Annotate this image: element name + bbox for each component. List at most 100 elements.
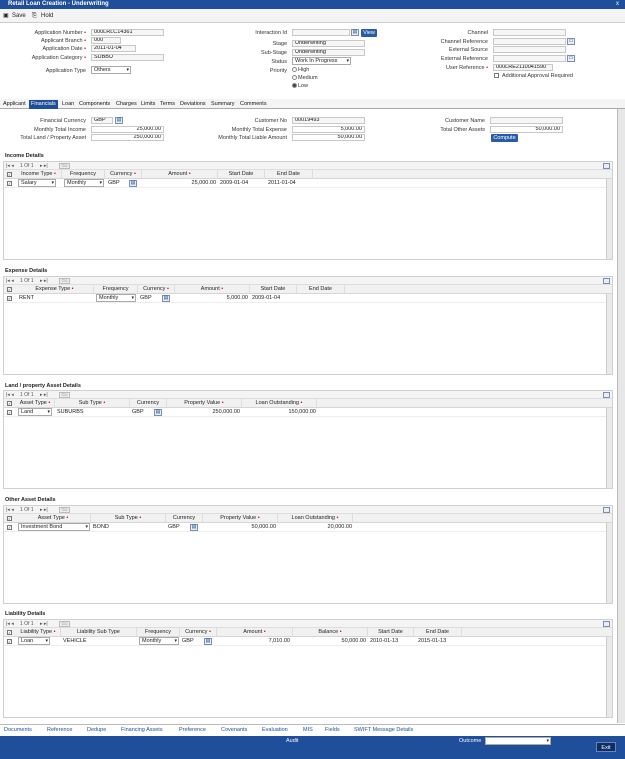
exit-button[interactable]: Exit: [596, 742, 616, 752]
grid-scrollbar[interactable]: [606, 294, 612, 374]
end-date-cell[interactable]: 2015-01-13: [418, 638, 446, 645]
application-type-select[interactable]: Others: [91, 66, 131, 74]
tab-terms[interactable]: Terms: [158, 100, 177, 109]
interaction-id-field[interactable]: [292, 29, 350, 36]
applicant-branch-field[interactable]: 000: [91, 37, 121, 44]
grid-scrollbar[interactable]: [606, 179, 612, 259]
select-all-checkbox[interactable]: ✓: [7, 287, 12, 292]
priority-low-radio[interactable]: Low: [292, 83, 308, 89]
tab-loan[interactable]: Loan: [60, 100, 76, 109]
pager-go-button[interactable]: Go: [59, 621, 70, 627]
pager-nav-icon[interactable]: ▸ ▸|: [40, 391, 48, 399]
stage-field[interactable]: Underwriting: [292, 40, 365, 47]
footer-link-swift[interactable]: SWIFT Message Details: [354, 727, 413, 733]
row-checkbox[interactable]: ✓: [7, 410, 12, 415]
pager-go-button[interactable]: Go: [59, 278, 70, 284]
tab-applicant[interactable]: Applicant: [1, 100, 28, 109]
lookup-icon[interactable]: ▤: [154, 409, 162, 416]
financial-currency-field[interactable]: GBP: [91, 117, 113, 124]
sub-stage-field[interactable]: Underwriting: [292, 49, 365, 56]
save-button[interactable]: Save: [12, 9, 26, 23]
lookup-icon[interactable]: ▤: [190, 524, 198, 531]
table-row[interactable]: ✓ Investment Bond BOND GBP ▤ 50,000.00 2…: [4, 523, 612, 532]
pager-nav-icon[interactable]: |◂ ◂: [6, 391, 14, 399]
select-all-checkbox[interactable]: ✓: [7, 172, 12, 177]
outcome-select[interactable]: [485, 737, 551, 745]
currency-cell[interactable]: GBP: [182, 638, 194, 645]
start-date-cell[interactable]: 2009-01-04: [252, 295, 280, 302]
property-value-cell[interactable]: 250,000.00: [168, 409, 240, 416]
lookup-icon[interactable]: ▤: [204, 638, 212, 645]
pager-nav-icon[interactable]: ▸ ▸|: [40, 620, 48, 628]
priority-medium-radio[interactable]: Medium: [292, 75, 318, 81]
start-date-cell[interactable]: 2010-01-13: [370, 638, 398, 645]
lookup-icon[interactable]: ▤: [162, 295, 170, 302]
table-row[interactable]: ✓ Salary Monthly GBP ▤ 25,000.00 2009-01…: [4, 179, 612, 188]
tab-summary[interactable]: Summary: [209, 100, 237, 109]
amount-cell[interactable]: 5,000.00: [176, 295, 248, 302]
frequency-select[interactable]: Monthly: [139, 637, 179, 645]
liability-type-select[interactable]: Loan: [18, 637, 50, 645]
row-checkbox[interactable]: ✓: [7, 639, 12, 644]
footer-link-mis[interactable]: MIS: [303, 727, 313, 733]
audit-button[interactable]: Audit: [286, 738, 299, 744]
loan-outstanding-cell[interactable]: 20,000.00: [280, 524, 352, 531]
start-date-cell[interactable]: 2009-01-04: [220, 180, 248, 187]
tab-deviations[interactable]: Deviations: [178, 100, 208, 109]
tab-components[interactable]: Components: [77, 100, 112, 109]
grid-scrollbar[interactable]: [606, 523, 612, 603]
view-button[interactable]: View: [361, 29, 377, 37]
pager-nav-icon[interactable]: |◂ ◂: [6, 620, 14, 628]
footer-link-reference[interactable]: Reference: [47, 727, 72, 733]
footer-link-preference[interactable]: Preference: [179, 727, 206, 733]
tab-charges[interactable]: Charges: [114, 100, 139, 109]
currency-cell[interactable]: GBP: [140, 295, 152, 302]
priority-high-radio[interactable]: High: [292, 67, 309, 73]
user-reference-field[interactable]: 000LRE2110041590: [493, 64, 553, 71]
row-checkbox[interactable]: ✓: [7, 181, 12, 186]
status-select[interactable]: Work In Progress: [292, 57, 351, 65]
application-category-field[interactable]: SUBBU: [91, 54, 164, 61]
row-checkbox[interactable]: ✓: [7, 296, 12, 301]
main-scrollbar[interactable]: [617, 109, 625, 723]
select-all-checkbox[interactable]: ✓: [7, 401, 12, 406]
table-row[interactable]: ✓ Land SUBURBS GBP ▤ 250,000.00 150,000.…: [4, 408, 612, 417]
lookup-icon[interactable]: ▤: [351, 29, 359, 36]
compute-button[interactable]: Compute: [491, 134, 518, 142]
expense-type-cell[interactable]: RENT: [19, 295, 34, 302]
pager-nav-icon[interactable]: |◂ ◂: [6, 506, 14, 514]
pager-go-button[interactable]: Go: [59, 507, 70, 513]
asset-type-select[interactable]: Land: [18, 408, 52, 416]
comment-icon[interactable]: ▭: [567, 55, 575, 62]
hold-icon[interactable]: ⎘: [32, 9, 37, 23]
save-icon[interactable]: ▣: [3, 9, 9, 23]
frequency-select[interactable]: Monthly: [64, 179, 104, 187]
pager-go-button[interactable]: Go: [59, 163, 70, 169]
pager-go-button[interactable]: Go: [59, 392, 70, 398]
comment-icon[interactable]: ▭: [567, 38, 575, 45]
channel-reference-field[interactable]: [493, 38, 566, 45]
select-all-checkbox[interactable]: ✓: [7, 516, 12, 521]
amount-cell[interactable]: 25,000.00: [144, 180, 216, 187]
footer-link-financing-assets[interactable]: Financing Assets: [121, 727, 163, 733]
pager-nav-icon[interactable]: ▸ ▸|: [40, 162, 48, 170]
balance-cell[interactable]: 50,000.00: [294, 638, 366, 645]
hold-button[interactable]: Hold: [41, 9, 53, 23]
additional-approval-checkbox[interactable]: [494, 73, 499, 78]
lookup-icon[interactable]: ▤: [129, 180, 137, 187]
tab-limits[interactable]: Limits: [139, 100, 157, 109]
currency-cell[interactable]: GBP: [132, 409, 144, 416]
table-row[interactable]: ✓ RENT Monthly GBP ▤ 5,000.00 2009-01-04: [4, 294, 612, 303]
pager-nav-icon[interactable]: |◂ ◂: [6, 277, 14, 285]
currency-cell[interactable]: GBP: [168, 524, 180, 531]
footer-link-evaluation[interactable]: Evaluation: [262, 727, 288, 733]
columns-icon[interactable]: [603, 163, 610, 169]
grid-scrollbar[interactable]: [606, 408, 612, 488]
table-row[interactable]: ✓ Loan VEHICLE Monthly GBP ▤ 7,010.00 50…: [4, 637, 612, 646]
application-date-field[interactable]: 2011-01-04: [91, 45, 136, 52]
customer-name-field[interactable]: [490, 117, 563, 124]
income-type-select[interactable]: Salary: [18, 179, 56, 187]
loan-outstanding-cell[interactable]: 150,000.00: [244, 409, 316, 416]
columns-icon[interactable]: [603, 507, 610, 513]
sub-type-cell[interactable]: VEHICLE: [63, 638, 87, 645]
